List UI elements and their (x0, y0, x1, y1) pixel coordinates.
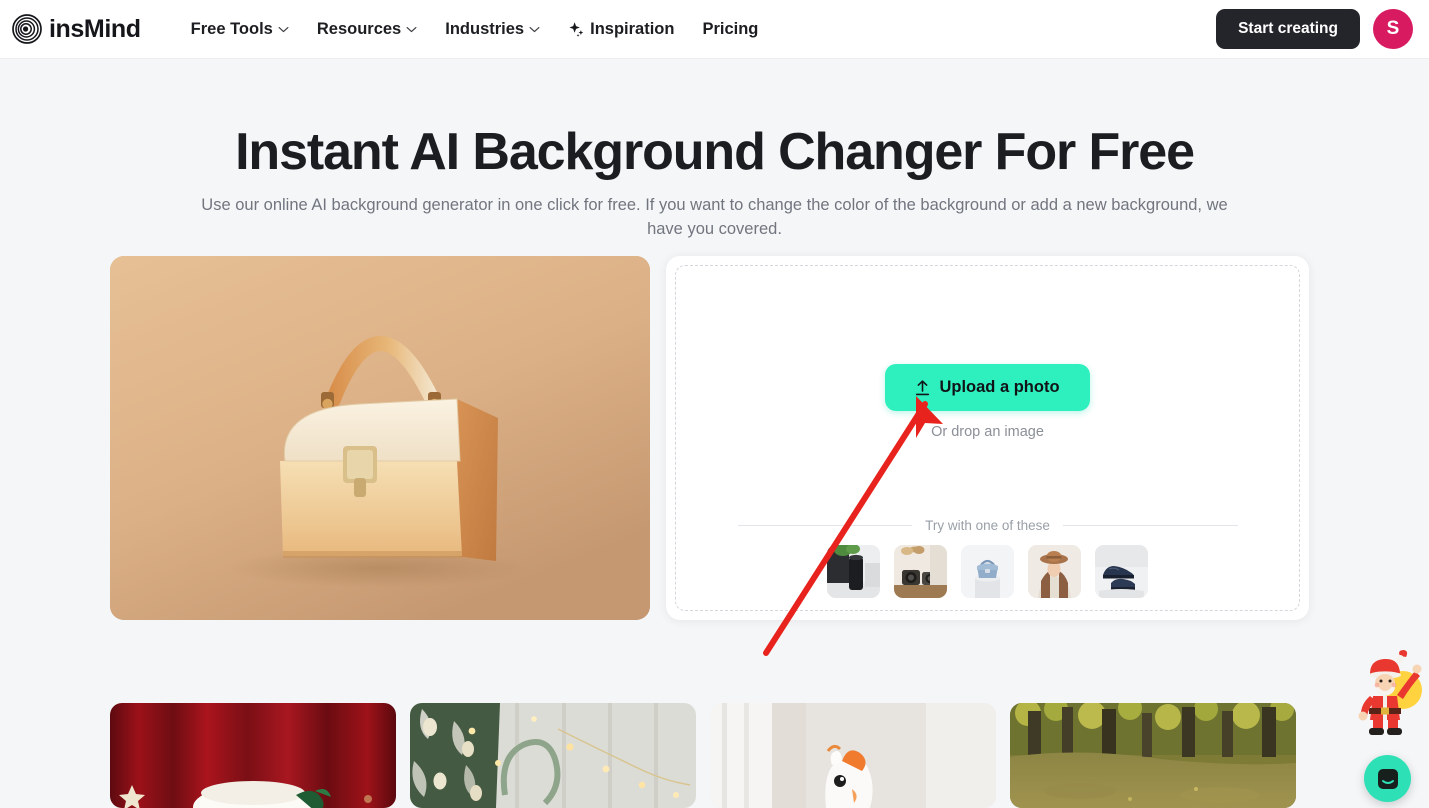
concentric-rings-logo-icon (12, 14, 42, 44)
nav-label: Industries (445, 19, 525, 38)
preview-image (110, 256, 650, 620)
try-label: Try with one of these (925, 518, 1050, 533)
santa-claus-promo-icon[interactable] (1356, 648, 1422, 736)
try-divider: Try with one of these (737, 518, 1238, 533)
black-tumbler-image (827, 545, 880, 598)
logo[interactable]: insMind (12, 14, 141, 44)
nav-item-resources[interactable]: Resources (303, 14, 431, 45)
upload-arrow-icon (916, 379, 930, 395)
nav-item-inspiration[interactable]: Inspiration (554, 14, 688, 45)
tool-area: Upload a photo Or drop an image Try with… (110, 256, 1310, 620)
start-creating-button[interactable]: Start creating (1216, 9, 1360, 49)
dropzone[interactable]: Upload a photo Or drop an image Try with… (675, 265, 1300, 611)
drop-hint-text: Or drop an image (931, 424, 1044, 440)
woman-hat-image (1028, 545, 1081, 598)
handbag-image (110, 256, 650, 620)
intercom-chat-icon (1377, 768, 1398, 789)
nav-label: Inspiration (590, 19, 675, 38)
red-curtain-mug-card[interactable] (110, 703, 396, 808)
divider-line-left (737, 525, 913, 526)
avatar[interactable]: S (1373, 9, 1413, 49)
divider-line-right (1062, 525, 1238, 526)
chevron-down-icon (278, 26, 289, 32)
forest-image (1010, 703, 1296, 808)
christmas-tree-image (410, 703, 696, 808)
upload-panel: Upload a photo Or drop an image Try with… (666, 256, 1309, 620)
toy-unicorn-card[interactable] (710, 703, 996, 808)
background-gallery (110, 703, 1296, 808)
nav-item-industries[interactable]: Industries (431, 14, 554, 45)
site-header: insMind Free Tools Resources Industries (0, 0, 1429, 59)
hero-section: Instant AI Background Changer For Free U… (0, 59, 1429, 241)
page-title: Instant AI Background Changer For Free (235, 123, 1195, 181)
blue-handbag-image (961, 545, 1014, 598)
page-subtitle: Use our online AI background generator i… (201, 196, 1228, 238)
sparkle-icon (569, 21, 584, 37)
woman-hat-thumbnail[interactable] (1028, 545, 1081, 598)
navy-shoes-image (1095, 545, 1148, 598)
red-curtain-mug-image (110, 703, 396, 808)
chevron-down-icon (529, 26, 540, 32)
blue-handbag-thumbnail[interactable] (961, 545, 1014, 598)
christmas-tree-card[interactable] (410, 703, 696, 808)
nav-label: Free Tools (190, 19, 273, 38)
intercom-chat-button[interactable] (1364, 755, 1411, 802)
main-nav: Free Tools Resources Industries Inspirat… (177, 14, 773, 45)
logo-text: insMind (49, 14, 141, 43)
upload-button-label: Upload a photo (939, 378, 1060, 396)
forest-card[interactable] (1010, 703, 1296, 808)
nav-label: Pricing (702, 19, 759, 38)
upload-photo-button[interactable]: Upload a photo (885, 364, 1090, 411)
black-tumbler-thumbnail[interactable] (827, 545, 880, 598)
vintage-camera-image (894, 545, 947, 598)
vintage-camera-thumbnail[interactable] (894, 545, 947, 598)
chevron-down-icon (406, 26, 417, 32)
nav-item-pricing[interactable]: Pricing (688, 14, 772, 45)
navy-shoes-thumbnail[interactable] (1095, 545, 1148, 598)
toy-unicorn-image (710, 703, 996, 808)
sample-thumbnails (827, 545, 1148, 598)
header-actions: Start creating S (1216, 9, 1413, 49)
nav-label: Resources (316, 19, 402, 38)
nav-item-free-tools[interactable]: Free Tools (177, 14, 303, 45)
